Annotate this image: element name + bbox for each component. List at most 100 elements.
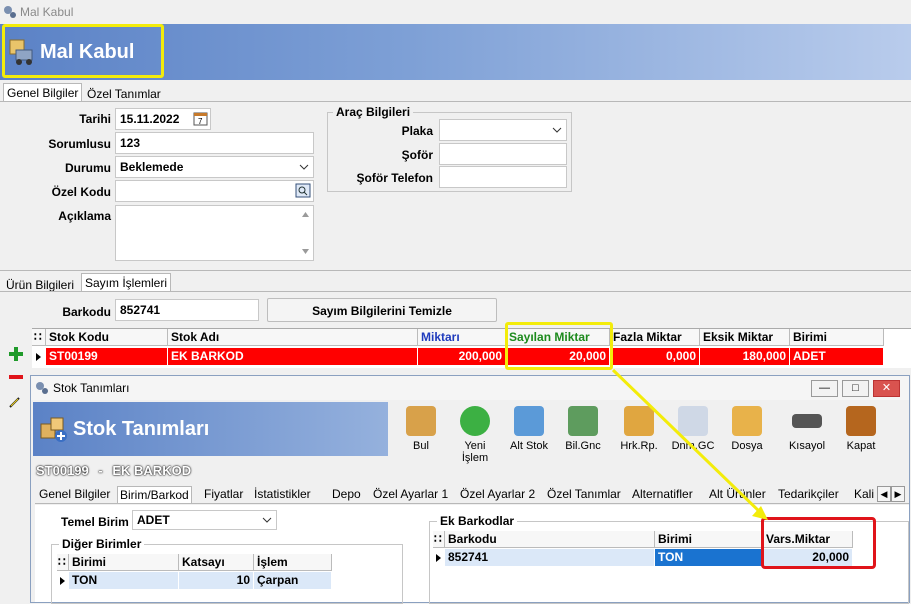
- tab-genel-bilgiler[interactable]: Genel Bilgiler: [3, 83, 83, 102]
- durumu-label: Durumu: [65, 161, 111, 175]
- toolbar-kapat[interactable]: Kapat: [837, 406, 885, 452]
- section-divider: [0, 270, 911, 271]
- cell-birimi[interactable]: TON: [69, 572, 179, 589]
- scrollbar[interactable]: [301, 210, 310, 256]
- col-fazla-miktar[interactable]: Fazla Miktar: [610, 329, 700, 346]
- toolbar-kisayol[interactable]: Kısayol: [783, 406, 831, 452]
- tab-birim-barkod[interactable]: Birim/Barkod: [117, 486, 192, 503]
- col-birimi[interactable]: Birimi: [655, 531, 763, 548]
- ozel-kodu-label: Özel Kodu: [51, 185, 111, 199]
- tab-alternatifler[interactable]: Alternatifler: [630, 486, 695, 502]
- tab-ozel-tanimlar[interactable]: Özel Tanımlar: [545, 486, 623, 502]
- search-icon: [406, 406, 436, 436]
- tab-fiyatlar[interactable]: Fiyatlar: [202, 486, 245, 502]
- toolbar-bul[interactable]: Bul: [397, 406, 445, 452]
- sayim-temizle-button[interactable]: Sayım Bilgilerini Temizle: [267, 298, 497, 322]
- sofor-telefon-label: Şoför Telefon: [356, 171, 433, 185]
- row-indicator: [32, 348, 46, 365]
- folder-icon: [732, 406, 762, 436]
- tab-sayim-islemleri[interactable]: Sayım İşlemleri: [81, 273, 172, 292]
- aciklama-label: Açıklama: [58, 209, 111, 223]
- ozel-kodu-field[interactable]: [115, 180, 314, 202]
- col-birimi[interactable]: Birimi: [69, 554, 179, 571]
- money-icon: [568, 406, 598, 436]
- cell-islem[interactable]: Çarpan: [254, 572, 332, 589]
- report-icon: [624, 406, 654, 436]
- add-icon[interactable]: [8, 346, 24, 362]
- barkodu-label: Barkodu: [62, 305, 111, 319]
- col-stok-adi[interactable]: Stok Adı: [168, 329, 418, 346]
- tab-scroll-left[interactable]: ◀: [877, 486, 891, 502]
- col-miktari[interactable]: Miktarı: [418, 329, 506, 346]
- toolbar-dnm-gc[interactable]: Dnm.GC: [669, 406, 717, 452]
- col-eksik-miktar[interactable]: Eksik Miktar: [700, 329, 790, 346]
- cell-katsayi[interactable]: 10: [179, 572, 254, 589]
- tab-tedarikciler[interactable]: Tedarikçiler: [776, 486, 841, 502]
- tab-genel-bilgiler[interactable]: Genel Bilgiler: [37, 486, 112, 502]
- child-tabbar: Genel Bilgiler Birim/Barkod Fiyatlar İst…: [35, 486, 909, 504]
- tab-ozel-ayarlar-1[interactable]: Özel Ayarlar 1: [371, 486, 450, 502]
- cell-barkodu[interactable]: 852741: [445, 549, 655, 566]
- plaka-label: Plaka: [401, 124, 433, 138]
- cell-birimi[interactable]: ADET: [790, 348, 884, 365]
- record-name: EK BARKOD: [112, 463, 192, 478]
- record-separator: -: [98, 463, 103, 478]
- cell-birimi[interactable]: TON: [655, 549, 763, 566]
- tab-depo[interactable]: Depo: [330, 486, 363, 502]
- minimize-button[interactable]: —: [811, 380, 838, 397]
- app-icon: [36, 382, 48, 394]
- temel-birim-select[interactable]: ADET: [132, 510, 277, 530]
- diger-birimler-title: Diğer Birimler: [59, 537, 145, 551]
- remove-icon[interactable]: [8, 373, 24, 381]
- lookup-icon[interactable]: [295, 183, 311, 198]
- sorumlusu-field[interactable]: 123: [115, 132, 314, 154]
- cell-stok-kodu[interactable]: ST00199: [46, 348, 168, 365]
- durumu-select[interactable]: Beklemede: [115, 156, 314, 178]
- edit-icon[interactable]: [8, 395, 22, 409]
- cell-stok-adi[interactable]: EK BARKOD: [168, 348, 418, 365]
- app-icon: [4, 6, 16, 18]
- cell-miktari[interactable]: 200,000: [418, 348, 506, 365]
- plaka-select[interactable]: [439, 119, 567, 141]
- sofor-field[interactable]: [439, 143, 567, 165]
- chevron-down-icon: [299, 164, 309, 170]
- tab-kali[interactable]: Kali: [852, 486, 876, 502]
- tab-ozel-ayarlar-2[interactable]: Özel Ayarlar 2: [458, 486, 537, 502]
- tab-alt-urunler[interactable]: Alt Ürünler: [707, 486, 768, 502]
- grid-corner: ∷: [32, 329, 46, 346]
- close-button[interactable]: ✕: [873, 380, 900, 397]
- add-icon: [460, 406, 490, 436]
- col-islem[interactable]: İşlem: [254, 554, 332, 571]
- vars-miktar-highlight: [761, 517, 876, 569]
- sayilan-miktar-highlight: [505, 322, 613, 370]
- aciklama-textarea[interactable]: [115, 205, 314, 261]
- calendar-icon[interactable]: 7: [193, 110, 208, 126]
- cell-fazla-miktar[interactable]: 0,000: [610, 348, 700, 365]
- toolbar-alt-stok[interactable]: Alt Stok: [505, 406, 553, 452]
- col-barkodu[interactable]: Barkodu: [445, 531, 655, 548]
- col-stok-kodu[interactable]: Stok Kodu: [46, 329, 168, 346]
- boxes-icon: [40, 417, 67, 442]
- diger-birimler-grid: ∷ Birimi Katsayı İşlem TON 10 Çarpan: [57, 554, 332, 590]
- col-katsayi[interactable]: Katsayı: [179, 554, 254, 571]
- barkodu-field[interactable]: 852741: [115, 299, 259, 321]
- main-grid: ∷ Stok Kodu Stok Adı Miktarı Sayılan Mik…: [32, 328, 911, 368]
- maximize-button[interactable]: □: [842, 380, 869, 397]
- sorumlusu-label: Sorumlusu: [48, 137, 111, 151]
- child-window-title: Stok Tanımları: [53, 381, 130, 395]
- row-indicator: [433, 549, 445, 566]
- window-titlebar: Mal Kabul: [0, 0, 911, 24]
- ek-barkodlar-title: Ek Barkodlar: [437, 514, 518, 528]
- sofor-telefon-field[interactable]: [439, 166, 567, 188]
- toolbar-yeni-islem[interactable]: Yeni İşlem: [451, 406, 499, 464]
- tree-icon: [514, 406, 544, 436]
- cell-eksik-miktar[interactable]: 180,000: [700, 348, 790, 365]
- toolbar-dosya[interactable]: Dosya: [723, 406, 771, 452]
- col-birimi[interactable]: Birimi: [790, 329, 884, 346]
- tab-istatistikler[interactable]: İstatistikler: [252, 486, 313, 502]
- chevron-down-icon: [262, 517, 272, 523]
- toolbar-bil-gnc[interactable]: Bil.Gnc: [559, 406, 607, 452]
- toolbar-hrk-rp[interactable]: Hrk.Rp.: [615, 406, 663, 452]
- tab-scroll-right[interactable]: ▶: [891, 486, 905, 502]
- record-header: ST00199 - EK BARKOD: [36, 463, 191, 478]
